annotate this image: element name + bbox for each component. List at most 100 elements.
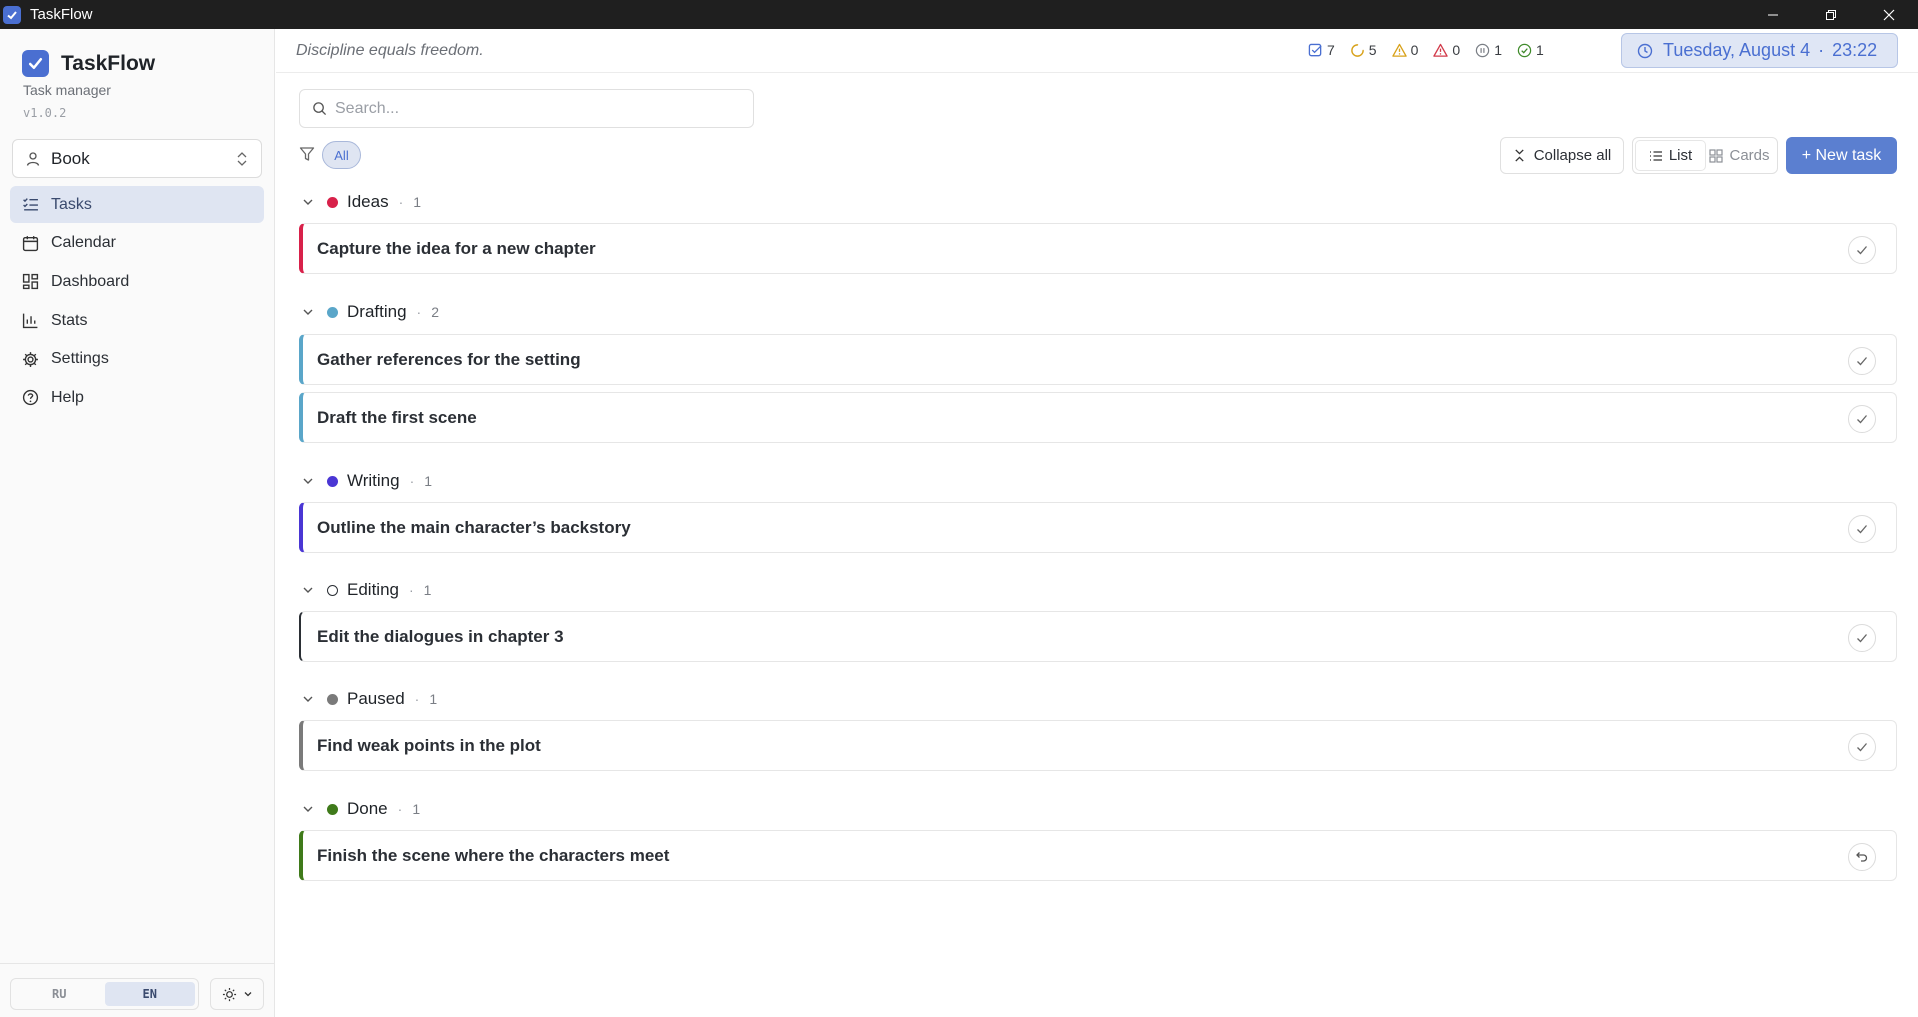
task-title: Draft the first scene [317, 407, 477, 427]
sidebar: TaskFlow Task manager v1.0.2 Book Tasks … [0, 29, 275, 1017]
help-circle-icon [22, 390, 39, 406]
group-name: Paused [347, 689, 405, 708]
stat-paused: 1 [1475, 42, 1502, 58]
group-count: 1 [412, 801, 421, 817]
stat-total-value: 7 [1327, 42, 1335, 58]
close-button[interactable] [1860, 0, 1918, 29]
task-row[interactable]: Find weak points in the plot [299, 720, 1897, 771]
collapse-icon [1515, 149, 1524, 162]
check-circle-icon [1517, 43, 1532, 57]
sidebar-item-help[interactable]: Help [10, 379, 264, 416]
task-row[interactable]: Draft the first scene [299, 392, 1897, 443]
undo-task-button[interactable] [1848, 843, 1876, 871]
check-icon [1857, 246, 1867, 255]
group-count: 1 [413, 194, 422, 210]
task-row[interactable]: Outline the main character’s backstory [299, 502, 1897, 553]
complete-task-button[interactable] [1848, 515, 1876, 543]
task-row[interactable]: Gather references for the setting [299, 334, 1897, 385]
task-title: Edit the dialogues in chapter 3 [317, 626, 564, 646]
group-header-done[interactable]: Done · 1 [299, 796, 420, 822]
group-header-paused[interactable]: Paused · 1 [299, 686, 437, 712]
sidebar-nav: Tasks Calendar Dashboard Stats Settings … [10, 186, 264, 418]
group-name: Writing [347, 471, 400, 490]
chevron-down-icon [244, 992, 251, 997]
language-en-button[interactable]: EN [104, 982, 195, 1006]
gear-icon [23, 351, 38, 367]
group-separator: · [414, 691, 420, 707]
sidebar-item-dashboard[interactable]: Dashboard [10, 263, 264, 300]
group-header-writing[interactable]: Writing · 1 [299, 468, 432, 494]
filter-icon[interactable] [299, 146, 315, 162]
group-count: 1 [424, 473, 433, 489]
collapse-all-button[interactable]: Collapse all [1500, 137, 1624, 174]
check-icon [1857, 525, 1867, 534]
user-icon [26, 151, 40, 166]
new-task-button[interactable]: + New task [1786, 137, 1897, 174]
view-cards-label: Cards [1729, 147, 1770, 164]
task-row[interactable]: Edit the dialogues in chapter 3 [299, 611, 1897, 662]
group-separator: · [398, 194, 404, 210]
stat-overdue: 0 [1433, 42, 1460, 58]
theme-toggle-button[interactable] [210, 978, 264, 1010]
minimize-button[interactable] [1744, 0, 1802, 29]
sidebar-item-settings[interactable]: Settings [10, 341, 264, 378]
app-logo-icon [22, 50, 49, 77]
task-title: Find weak points in the plot [317, 735, 541, 755]
status-dot [327, 475, 338, 487]
status-dot [327, 584, 338, 596]
group-count: 1 [423, 582, 432, 598]
status-dot [327, 306, 338, 318]
brand: TaskFlow [22, 50, 155, 77]
motivational-quote: Discipline equals freedom. [296, 42, 484, 59]
filter-chip-all[interactable]: All [322, 141, 361, 169]
chevron-up-down-icon [237, 152, 247, 166]
status-dot [327, 693, 338, 705]
sidebar-item-tasks[interactable]: Tasks [10, 186, 264, 223]
status-dot [327, 803, 338, 815]
maximize-button[interactable] [1802, 0, 1860, 29]
stat-paused-value: 1 [1494, 42, 1502, 58]
alert-icon [1433, 43, 1449, 57]
stat-in-progress: 5 [1350, 42, 1377, 58]
group-header-ideas[interactable]: Ideas · 1 [299, 189, 421, 215]
search-box[interactable] [299, 89, 754, 128]
view-list-button[interactable]: List [1636, 141, 1705, 170]
sidebar-item-label: Settings [51, 350, 109, 368]
complete-task-button[interactable] [1848, 624, 1876, 652]
clock-icon [1637, 43, 1653, 58]
top-header: Discipline equals freedom. 7 5 0 0 1 1 T… [276, 29, 1918, 73]
sidebar-item-calendar[interactable]: Calendar [10, 225, 264, 262]
task-row[interactable]: Capture the idea for a new chapter [299, 223, 1897, 274]
pause-icon [1475, 43, 1490, 57]
complete-task-button[interactable] [1848, 733, 1876, 761]
sidebar-item-label: Tasks [51, 195, 92, 213]
task-title: Capture the idea for a new chapter [317, 238, 596, 258]
complete-task-button[interactable] [1848, 347, 1876, 375]
window-controls [1744, 0, 1918, 29]
stat-total: 7 [1308, 42, 1335, 58]
group-header-drafting[interactable]: Drafting · 2 [299, 299, 439, 325]
complete-task-button[interactable] [1848, 236, 1876, 264]
task-title: Outline the main character’s backstory [317, 517, 631, 537]
stat-warning: 0 [1391, 42, 1418, 58]
collapse-all-label: Collapse all [1533, 147, 1612, 164]
checkbox-icon [1308, 43, 1322, 56]
current-time: 23:22 [1832, 40, 1878, 60]
complete-task-button[interactable] [1848, 405, 1876, 433]
task-row[interactable]: Finish the scene where the characters me… [299, 830, 1897, 881]
search-input[interactable] [335, 99, 735, 118]
view-cards-button[interactable]: Cards [1705, 141, 1774, 170]
sun-icon [222, 987, 236, 1001]
datetime-badge: Tuesday, August 4 · 23:22 [1621, 33, 1898, 68]
group-name: Editing [347, 580, 399, 599]
project-select[interactable]: Book [12, 139, 262, 178]
stat-in-progress-value: 5 [1368, 42, 1377, 58]
group-header-editing[interactable]: Editing · 1 [299, 577, 431, 603]
app-name: TaskFlow [61, 51, 156, 75]
check-icon [1857, 415, 1867, 424]
group-separator: · [397, 801, 403, 817]
language-ru-button[interactable]: RU [14, 982, 105, 1006]
sidebar-item-stats[interactable]: Stats [10, 302, 264, 339]
list-icon [1649, 150, 1662, 161]
bar-chart-icon [22, 313, 38, 329]
